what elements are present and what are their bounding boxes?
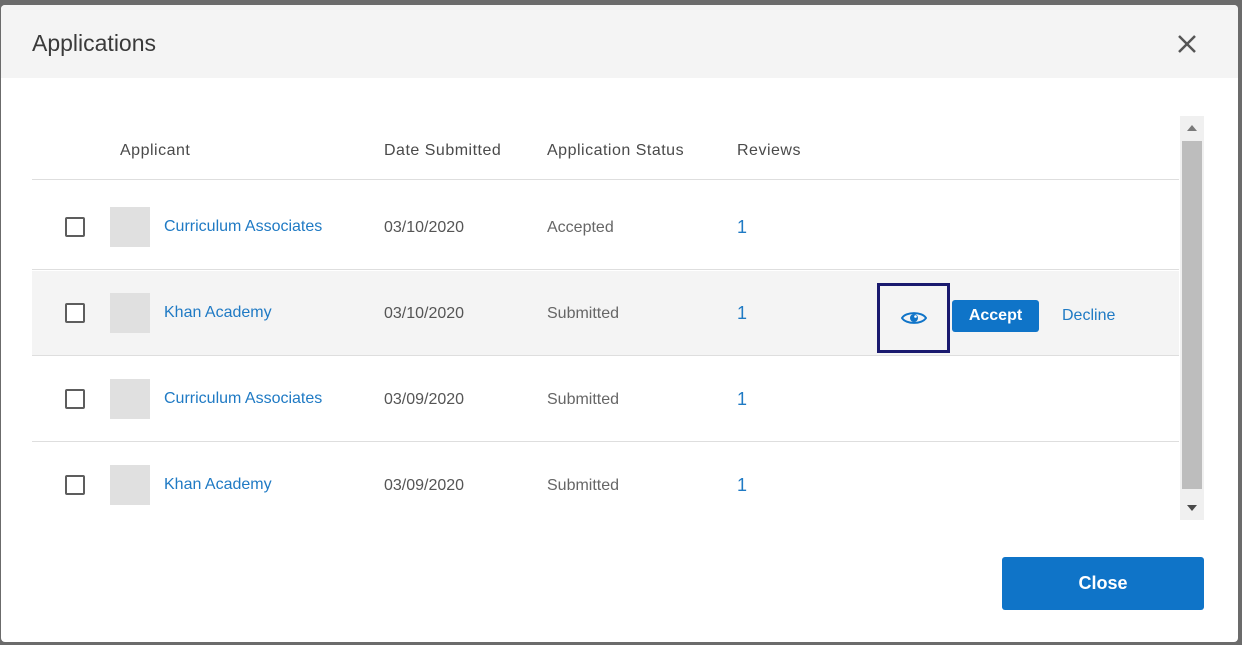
avatar [110,465,150,505]
scroll-down-arrow-icon[interactable] [1187,505,1197,511]
scroll-thumb[interactable] [1182,141,1202,489]
applicant-link[interactable]: Curriculum Associates [164,390,322,408]
scroll-up-arrow-icon[interactable] [1187,125,1197,131]
row-checkbox[interactable] [65,475,85,495]
dialog-title: Applications [32,30,157,56]
dialog-header: Applications [1,5,1238,78]
avatar [110,207,150,247]
application-status: Submitted [547,477,620,494]
avatar [110,293,150,333]
date-submitted: 03/10/2020 [384,219,465,236]
table-row: Khan Academy 03/10/2020 Submitted 1 Acce… [32,271,1179,356]
date-submitted: 03/10/2020 [384,305,465,322]
applications-table: Applicant Date Submitted Application Sta… [32,111,1204,520]
reviews-count-link[interactable]: 1 [737,389,747,410]
decline-link[interactable]: Decline [1062,307,1115,325]
avatar [110,379,150,419]
applicant-link[interactable]: Khan Academy [164,304,272,322]
eye-icon [901,312,927,324]
header-reviews: Reviews [737,142,801,159]
application-status: Submitted [547,391,620,408]
close-button[interactable]: Close [1002,557,1204,610]
applications-dialog: Applications Applicant Date Submitted Ap… [1,5,1238,642]
header-applicant: Applicant [120,142,191,159]
application-status: Accepted [547,219,614,236]
table-row: Khan Academy 03/09/2020 Submitted 1 [32,443,1179,528]
table-row: Curriculum Associates 03/10/2020 Accepte… [32,185,1179,270]
row-checkbox[interactable] [65,303,85,323]
row-checkbox[interactable] [65,217,85,237]
applicant-link[interactable]: Khan Academy [164,476,272,494]
accept-button[interactable]: Accept [952,300,1039,332]
row-checkbox[interactable] [65,389,85,409]
reviews-count-link[interactable]: 1 [737,475,747,496]
view-application-button[interactable] [877,283,950,353]
date-submitted: 03/09/2020 [384,391,465,408]
table-row: Curriculum Associates 03/09/2020 Submitt… [32,357,1179,442]
header-date-submitted: Date Submitted [384,142,502,159]
close-icon[interactable] [1174,31,1200,57]
application-status: Submitted [547,305,620,322]
header-application-status: Application Status [547,142,685,159]
applicant-link[interactable]: Curriculum Associates [164,218,322,236]
reviews-count-link[interactable]: 1 [737,303,747,324]
date-submitted: 03/09/2020 [384,477,465,494]
table-header: Applicant Date Submitted Application Sta… [32,111,1179,180]
table-scrollbar[interactable] [1180,116,1204,520]
reviews-count-link[interactable]: 1 [737,217,747,238]
